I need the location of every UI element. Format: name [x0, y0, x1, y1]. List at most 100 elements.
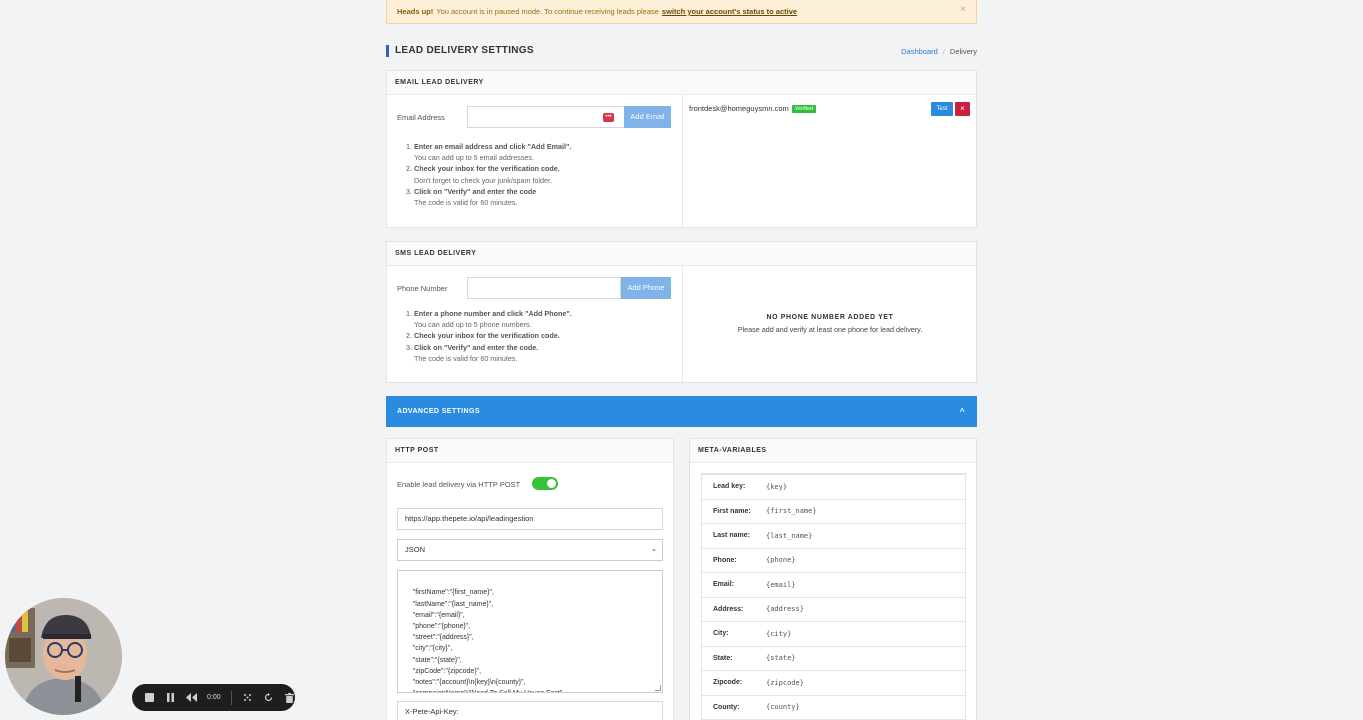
email-step: Enter an email address and click "Add Em… — [414, 141, 669, 163]
advanced-settings-toggle[interactable]: ADVANCED SETTINGS ^ — [386, 396, 977, 427]
meta-table: Lead key: {key} First name: {first_name} Las… — [702, 474, 965, 720]
phone-input[interactable] — [467, 277, 621, 299]
close-icon[interactable]: × — [960, 4, 966, 15]
meta-variable[interactable]: {phone} — [766, 547, 965, 573]
http-body-lines: "firstName":"{first_name}", "lastName":"… — [405, 587, 662, 692]
code-line: "lastName":"{last_name}", — [405, 600, 494, 608]
http-card-title: HTTP POST — [387, 439, 673, 463]
email-card-title: EMAIL LEAD DELIVERY — [387, 71, 976, 95]
no-phone-subtitle: Please add and verify at least one phone… — [737, 325, 923, 334]
meta-row: Email: {email} — [702, 572, 965, 598]
paused-alert: Heads up! You account is in paused mode.… — [386, 0, 977, 24]
add-email-button[interactable]: Add Email — [624, 106, 671, 128]
page-title: LEAD DELIVERY SETTINGS — [386, 45, 534, 57]
webcam-overlay — [5, 598, 122, 715]
email-address: frontdesk@homeguysmn.com — [689, 104, 789, 113]
meta-variable[interactable]: {city} — [766, 621, 965, 647]
meta-row: Phone: {phone} — [702, 547, 965, 573]
meta-variable[interactable]: {county} — [766, 694, 965, 720]
code-line: "city":"{city}", — [405, 645, 453, 653]
http-post-card: HTTP POST Enable lead delivery via HTTP … — [386, 438, 674, 720]
email-input[interactable] — [467, 106, 625, 128]
meta-variable[interactable]: {first_name} — [766, 498, 965, 524]
format-select[interactable]: JSON ⌄ — [397, 539, 663, 561]
alert-strong: Heads up! — [397, 7, 434, 16]
alert-text: You account is in paused mode. To contin… — [436, 7, 659, 16]
code-line: "phone":"{phone}", — [405, 623, 471, 631]
phone-label: Phone Number — [397, 284, 448, 293]
email-delivery-card: EMAIL LEAD DELIVERY Email Address ••• Ad… — [386, 70, 977, 228]
chevron-down-icon: ⌄ — [651, 546, 657, 553]
meta-variable[interactable]: {last_name} — [766, 523, 965, 549]
breadcrumb-current: Delivery — [949, 47, 977, 56]
advanced-settings-title: ADVANCED SETTINGS — [397, 408, 480, 415]
meta-variable[interactable]: {state} — [766, 645, 965, 671]
sms-divider — [682, 266, 683, 382]
sms-step: Click on "Verify" and enter the code.The… — [414, 342, 669, 364]
http-body-textarea[interactable]: "firstName":"{first_name}", "lastName":"… — [397, 570, 663, 693]
breadcrumb-dashboard[interactable]: Dashboard — [901, 47, 938, 56]
meta-key: Address: — [702, 596, 766, 622]
verified-badge: Verified — [791, 105, 817, 113]
recorder-controls: 0:00 — [132, 684, 295, 711]
meta-variable[interactable]: {address} — [766, 596, 965, 622]
restart-icon[interactable] — [263, 692, 274, 703]
rewind-icon[interactable] — [186, 692, 197, 703]
toggle-knob — [547, 479, 556, 488]
stop-icon[interactable] — [144, 692, 155, 703]
http-url-input[interactable]: https://app.thepete.io/api/leadingestion — [397, 508, 663, 530]
code-line: "campaignName":"Need To Sell My House Fa… — [405, 688, 662, 692]
meta-key: Phone: — [702, 547, 766, 573]
email-entry: frontdesk@homeguysmn.com Verified — [689, 104, 817, 113]
meta-variable[interactable]: {zipcode} — [766, 670, 965, 696]
code-line: "firstName":"{first_name}", — [405, 589, 494, 597]
meta-key: Last name: — [702, 523, 766, 549]
meta-key: First name: — [702, 498, 766, 524]
sms-card-title: SMS LEAD DELIVERY — [387, 242, 976, 266]
meta-variables-card: META-VARIABLES Lead key: {key} First name:… — [689, 438, 977, 720]
meta-row: Last name: {last_name} — [702, 523, 965, 549]
meta-table-wrap: Lead key: {key} First name: {first_name} Las… — [701, 473, 966, 720]
email-divider — [682, 95, 683, 227]
meta-row: Address: {address} — [702, 596, 965, 622]
http-post-toggle[interactable] — [532, 477, 558, 490]
http-toggle-label: Enable lead delivery via HTTP POST — [397, 480, 521, 489]
meta-card-title: META-VARIABLES — [690, 439, 976, 463]
meta-row: City: {city} — [702, 621, 965, 647]
chevron-up-icon[interactable]: ^ — [960, 396, 965, 427]
meta-key: Zipcode: — [702, 670, 766, 696]
recording-time: 0:00 — [207, 694, 221, 701]
meta-row: State: {state} — [702, 645, 965, 671]
meta-row: County: {county} — [702, 694, 965, 720]
breadcrumb: Dashboard / Delivery — [901, 47, 977, 56]
meta-variable[interactable]: {key} — [766, 474, 965, 500]
email-step: Click on "Verify" and enter the codeThe … — [414, 186, 669, 208]
format-value: JSON — [405, 545, 426, 554]
meta-row: Lead key: {key} — [702, 474, 965, 500]
drag-handle-icon[interactable] — [242, 692, 253, 703]
sms-instructions: Enter a phone number and click "Add Phon… — [399, 308, 669, 364]
sms-step: Check your inbox for the verification co… — [414, 330, 669, 341]
alert-activate-link[interactable]: switch your account's status to active — [662, 7, 797, 16]
breadcrumb-sep: / — [942, 47, 945, 56]
code-line: "notes":"{account}\n{key}\n{county}", — [405, 679, 526, 687]
http-header-input[interactable]: X-Pete-Api-Key: — [397, 701, 663, 720]
password-manager-icon[interactable]: ••• — [603, 113, 614, 122]
sms-step: Enter a phone number and click "Add Phon… — [414, 308, 669, 330]
no-phone-title: NO PHONE NUMBER ADDED YET — [766, 314, 894, 321]
meta-variable[interactable]: {email} — [766, 572, 965, 598]
add-phone-button[interactable]: Add Phone — [621, 277, 671, 299]
trash-icon[interactable] — [284, 692, 295, 703]
test-email-button[interactable]: Test — [931, 102, 953, 116]
email-step: Check your inbox for the verification co… — [414, 163, 669, 185]
delete-email-button[interactable]: × — [955, 102, 970, 116]
code-line: "zipCode":"{zipcode}", — [405, 667, 482, 675]
meta-key: Lead key: — [702, 474, 766, 500]
code-line: "email":"{email}", — [405, 611, 465, 619]
code-line: "state":"{state}", — [405, 656, 462, 664]
presenter-avatar — [5, 598, 122, 715]
resize-handle[interactable] — [655, 685, 661, 691]
meta-key: State: — [702, 645, 766, 671]
pause-icon[interactable] — [165, 692, 176, 703]
code-line: "street":"{address}", — [405, 634, 474, 642]
